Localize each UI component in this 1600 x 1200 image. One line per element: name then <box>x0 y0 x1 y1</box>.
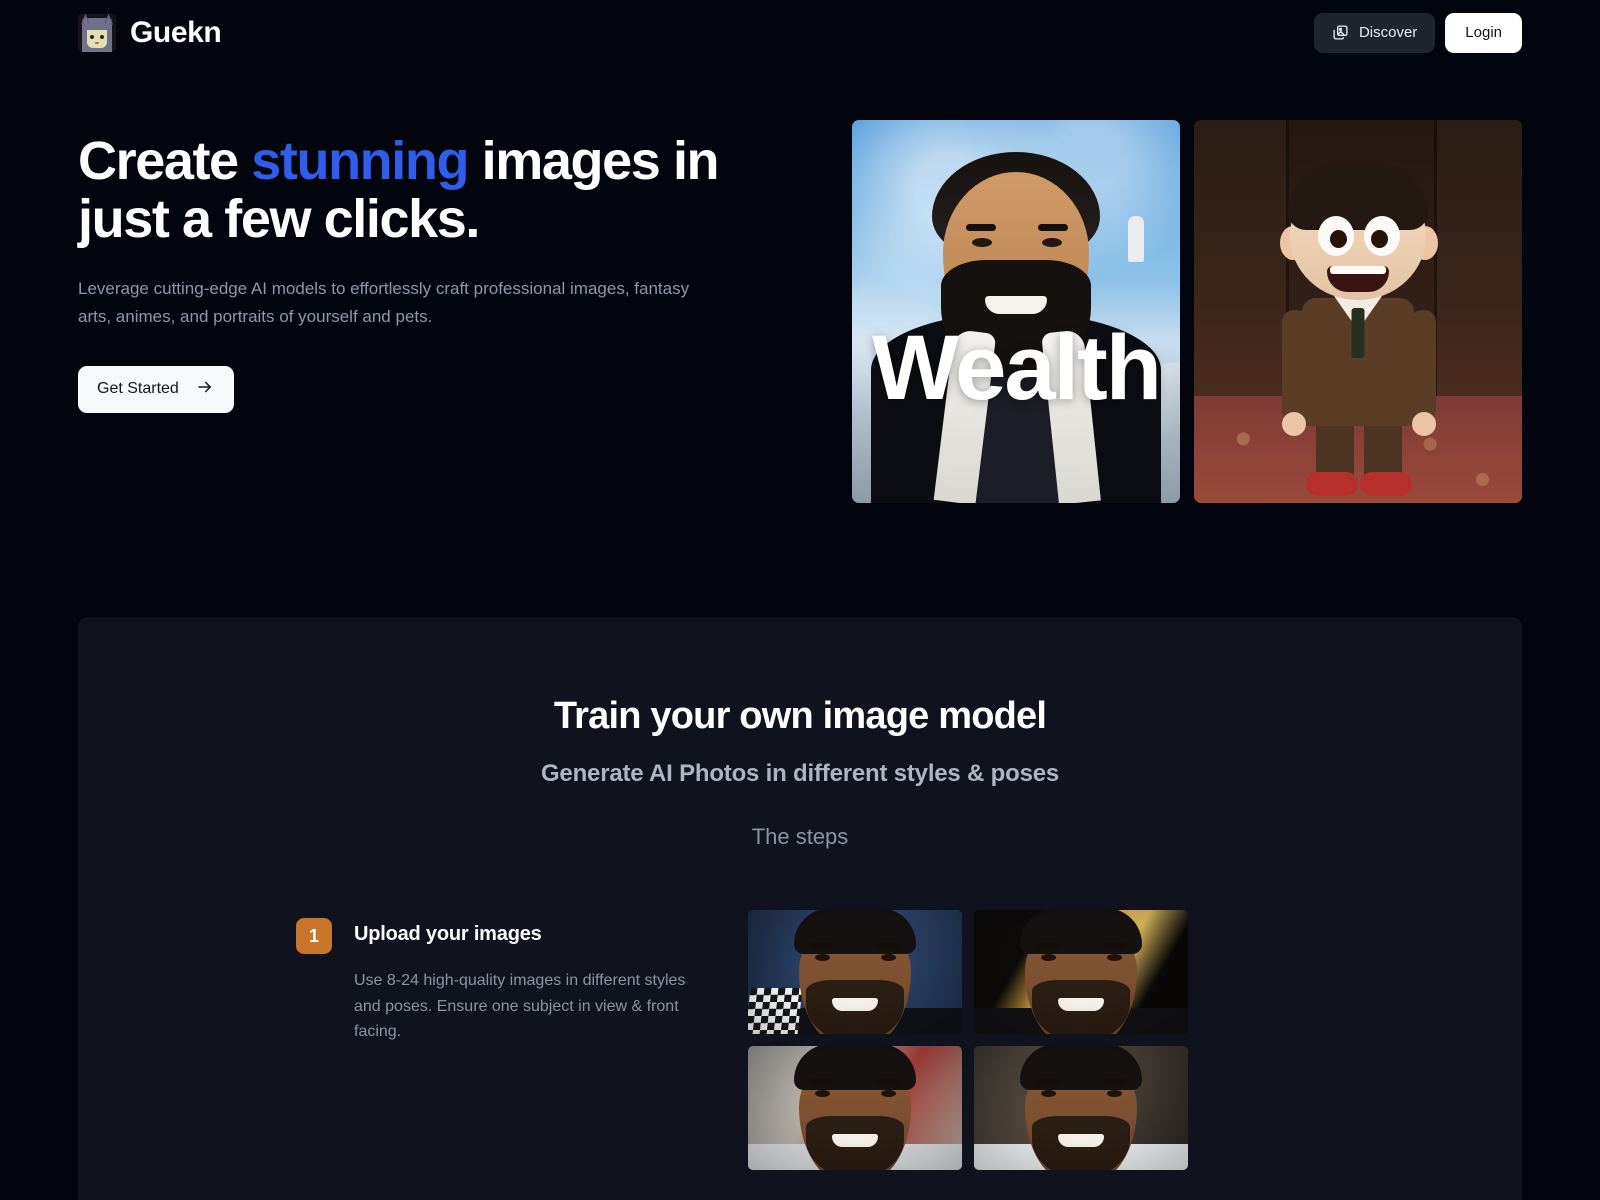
step-gallery-image[interactable] <box>974 1046 1188 1170</box>
brand-logo[interactable]: Guekn <box>78 13 222 52</box>
hero-gallery: Wealth <box>852 120 1522 503</box>
discover-button[interactable]: Discover <box>1313 12 1436 53</box>
discover-label: Discover <box>1358 24 1418 41</box>
images-icon <box>1332 24 1349 41</box>
step-gallery-image[interactable] <box>748 1046 962 1170</box>
step-text: 1 Upload your images Use 8-24 high-quali… <box>296 910 696 1045</box>
hero-subtitle: Leverage cutting-edge AI models to effor… <box>78 278 690 326</box>
train-model-section: Train your own image model Generate AI P… <box>78 617 1522 1200</box>
hero-title-accent: stunning <box>251 131 469 191</box>
login-button[interactable]: Login <box>1445 12 1522 53</box>
step-header: 1 Upload your images <box>296 918 696 954</box>
hero-image-cartoon[interactable] <box>1194 120 1522 503</box>
step-image-gallery <box>748 910 1188 1170</box>
step-item: 1 Upload your images Use 8-24 high-quali… <box>78 910 1522 1170</box>
steps-label: The steps <box>751 824 849 849</box>
site-header: Guekn Discover Login <box>0 0 1600 65</box>
brand-name: Guekn <box>130 15 222 49</box>
hero-section: Create stunning images in just a few cli… <box>0 65 1600 503</box>
hero-image-wealth[interactable]: Wealth <box>852 120 1180 503</box>
header-actions: Discover Login <box>1313 12 1522 53</box>
step-gallery-image[interactable] <box>974 910 1188 1034</box>
step-description: Use 8-24 high-quality images in differen… <box>354 972 686 1041</box>
step-title: Upload your images <box>354 923 542 945</box>
hero-image-overlay-text: Wealth <box>872 317 1162 419</box>
page-title: Create stunning images in just a few cli… <box>78 132 768 249</box>
section-subtitle: Generate AI Photos in different styles &… <box>540 760 1060 787</box>
cat-girl-avatar-icon <box>78 13 116 52</box>
get-started-button[interactable]: Get Started <box>78 365 234 413</box>
section-title: Train your own image model <box>553 695 1047 737</box>
arrow-right-icon <box>195 378 215 401</box>
hero-title-part1: Create <box>78 131 252 191</box>
step-number-badge: 1 <box>296 918 332 954</box>
hero-copy: Create stunning images in just a few cli… <box>78 120 768 413</box>
step-gallery-image[interactable] <box>748 910 962 1034</box>
get-started-label: Get Started <box>97 380 179 398</box>
